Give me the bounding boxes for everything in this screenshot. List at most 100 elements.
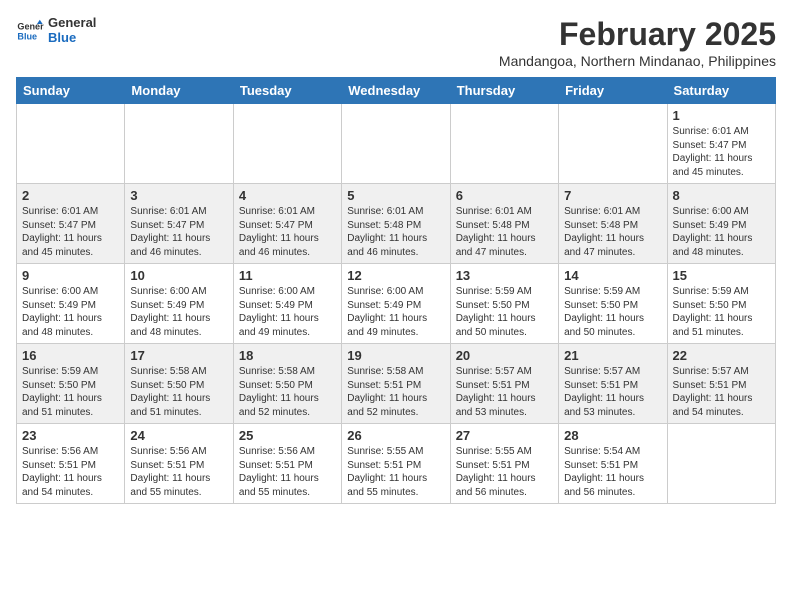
day-info: Sunrise: 6:00 AM Sunset: 5:49 PM Dayligh… [673,205,770,259]
day-number: 6 [456,188,553,203]
day-info: Sunrise: 5:59 AM Sunset: 5:50 PM Dayligh… [673,285,770,339]
day-number: 14 [564,268,661,283]
day-info: Sunrise: 6:01 AM Sunset: 5:48 PM Dayligh… [456,205,553,259]
day-number: 22 [673,348,770,363]
calendar-day-cell: 28 Sunrise: 5:54 AM Sunset: 5:51 PM Dayli… [559,424,667,504]
day-number: 24 [130,428,227,443]
calendar-day-cell: 27 Sunrise: 5:55 AM Sunset: 5:51 PM Dayli… [450,424,558,504]
day-info: Sunrise: 5:57 AM Sunset: 5:51 PM Dayligh… [564,365,661,419]
svg-text:Blue: Blue [17,31,37,41]
calendar-day-cell [125,104,233,184]
calendar-week-row: 9 Sunrise: 6:00 AM Sunset: 5:49 PM Daylig… [17,264,776,344]
day-of-week-header: Saturday [667,78,775,104]
calendar-day-cell [17,104,125,184]
day-number: 9 [22,268,119,283]
day-info: Sunrise: 5:57 AM Sunset: 5:51 PM Dayligh… [673,365,770,419]
day-info: Sunrise: 5:59 AM Sunset: 5:50 PM Dayligh… [22,365,119,419]
calendar-day-cell: 6 Sunrise: 6:01 AM Sunset: 5:48 PM Daylig… [450,184,558,264]
calendar-day-cell: 22 Sunrise: 5:57 AM Sunset: 5:51 PM Dayli… [667,344,775,424]
day-number: 27 [456,428,553,443]
calendar-day-cell [667,424,775,504]
calendar-day-cell: 8 Sunrise: 6:00 AM Sunset: 5:49 PM Daylig… [667,184,775,264]
calendar-day-cell [233,104,341,184]
calendar-week-row: 23 Sunrise: 5:56 AM Sunset: 5:51 PM Dayli… [17,424,776,504]
day-info: Sunrise: 6:01 AM Sunset: 5:47 PM Dayligh… [130,205,227,259]
logo-blue: Blue [48,31,96,46]
day-info: Sunrise: 5:58 AM Sunset: 5:51 PM Dayligh… [347,365,444,419]
calendar-week-row: 16 Sunrise: 5:59 AM Sunset: 5:50 PM Dayli… [17,344,776,424]
day-of-week-header: Monday [125,78,233,104]
day-info: Sunrise: 5:54 AM Sunset: 5:51 PM Dayligh… [564,445,661,499]
day-info: Sunrise: 6:01 AM Sunset: 5:48 PM Dayligh… [564,205,661,259]
calendar-day-cell: 16 Sunrise: 5:59 AM Sunset: 5:50 PM Dayli… [17,344,125,424]
day-number: 2 [22,188,119,203]
calendar-day-cell: 15Sunrise: 5:59 AM Sunset: 5:50 PM Dayli… [667,264,775,344]
month-year-title: February 2025 [499,16,776,53]
day-info: Sunrise: 5:59 AM Sunset: 5:50 PM Dayligh… [564,285,661,339]
day-number: 10 [130,268,227,283]
day-info: Sunrise: 6:00 AM Sunset: 5:49 PM Dayligh… [347,285,444,339]
title-area: February 2025 Mandangoa, Northern Mindan… [499,16,776,69]
day-info: Sunrise: 5:56 AM Sunset: 5:51 PM Dayligh… [130,445,227,499]
day-info: Sunrise: 5:55 AM Sunset: 5:51 PM Dayligh… [456,445,553,499]
day-number: 23 [22,428,119,443]
day-info: Sunrise: 6:00 AM Sunset: 5:49 PM Dayligh… [22,285,119,339]
day-number: 8 [673,188,770,203]
day-number: 16 [22,348,119,363]
calendar-day-cell: 23 Sunrise: 5:56 AM Sunset: 5:51 PM Dayli… [17,424,125,504]
day-info: Sunrise: 6:01 AM Sunset: 5:47 PM Dayligh… [22,205,119,259]
calendar-day-cell: 12 Sunrise: 6:00 AM Sunset: 5:49 PM Dayli… [342,264,450,344]
day-info: Sunrise: 5:55 AM Sunset: 5:51 PM Dayligh… [347,445,444,499]
day-info: Sunrise: 6:00 AM Sunset: 5:49 PM Dayligh… [239,285,336,339]
day-number: 18 [239,348,336,363]
calendar-day-cell: 13 Sunrise: 5:59 AM Sunset: 5:50 PM Dayli… [450,264,558,344]
calendar-day-cell: 5Sunrise: 6:01 AM Sunset: 5:48 PM Daylig… [342,184,450,264]
calendar-day-cell [450,104,558,184]
day-of-week-header: Wednesday [342,78,450,104]
day-number: 25 [239,428,336,443]
logo: General Blue General Blue [16,16,96,46]
page-header: General Blue General Blue February 2025 … [16,16,776,69]
calendar-day-cell: 1Sunrise: 6:01 AM Sunset: 5:47 PM Daylig… [667,104,775,184]
day-number: 7 [564,188,661,203]
day-number: 11 [239,268,336,283]
calendar-day-cell: 20Sunrise: 5:57 AM Sunset: 5:51 PM Dayli… [450,344,558,424]
calendar-day-cell: 9 Sunrise: 6:00 AM Sunset: 5:49 PM Daylig… [17,264,125,344]
day-number: 4 [239,188,336,203]
day-info: Sunrise: 5:56 AM Sunset: 5:51 PM Dayligh… [239,445,336,499]
calendar-day-cell: 26 Sunrise: 5:55 AM Sunset: 5:51 PM Dayli… [342,424,450,504]
logo-general: General [48,16,96,31]
day-number: 26 [347,428,444,443]
day-info: Sunrise: 5:56 AM Sunset: 5:51 PM Dayligh… [22,445,119,499]
day-of-week-header: Tuesday [233,78,341,104]
calendar-day-cell: 3 Sunrise: 6:01 AM Sunset: 5:47 PM Daylig… [125,184,233,264]
calendar-day-cell: 17 Sunrise: 5:58 AM Sunset: 5:50 PM Dayli… [125,344,233,424]
day-number: 12 [347,268,444,283]
calendar-day-cell: 4 Sunrise: 6:01 AM Sunset: 5:47 PM Daylig… [233,184,341,264]
logo-icon: General Blue [16,17,44,45]
day-number: 1 [673,108,770,123]
calendar-week-row: 1Sunrise: 6:01 AM Sunset: 5:47 PM Daylig… [17,104,776,184]
day-info: Sunrise: 5:59 AM Sunset: 5:50 PM Dayligh… [456,285,553,339]
day-number: 28 [564,428,661,443]
day-number: 17 [130,348,227,363]
calendar-day-cell: 25 Sunrise: 5:56 AM Sunset: 5:51 PM Dayli… [233,424,341,504]
day-number: 13 [456,268,553,283]
calendar-day-cell: 10Sunrise: 6:00 AM Sunset: 5:49 PM Dayli… [125,264,233,344]
day-number: 19 [347,348,444,363]
calendar-day-cell: 19 Sunrise: 5:58 AM Sunset: 5:51 PM Dayli… [342,344,450,424]
day-number: 20 [456,348,553,363]
day-of-week-header: Sunday [17,78,125,104]
calendar-day-cell: 14 Sunrise: 5:59 AM Sunset: 5:50 PM Dayli… [559,264,667,344]
day-info: Sunrise: 6:01 AM Sunset: 5:47 PM Dayligh… [239,205,336,259]
calendar-week-row: 2 Sunrise: 6:01 AM Sunset: 5:47 PM Daylig… [17,184,776,264]
calendar-day-cell [342,104,450,184]
calendar-day-cell [559,104,667,184]
calendar-header-row: SundayMondayTuesdayWednesdayThursdayFrid… [17,78,776,104]
day-info: Sunrise: 5:58 AM Sunset: 5:50 PM Dayligh… [130,365,227,419]
day-number: 3 [130,188,227,203]
day-info: Sunrise: 5:58 AM Sunset: 5:50 PM Dayligh… [239,365,336,419]
day-number: 5 [347,188,444,203]
calendar-day-cell: 2 Sunrise: 6:01 AM Sunset: 5:47 PM Daylig… [17,184,125,264]
calendar-day-cell: 18 Sunrise: 5:58 AM Sunset: 5:50 PM Dayli… [233,344,341,424]
